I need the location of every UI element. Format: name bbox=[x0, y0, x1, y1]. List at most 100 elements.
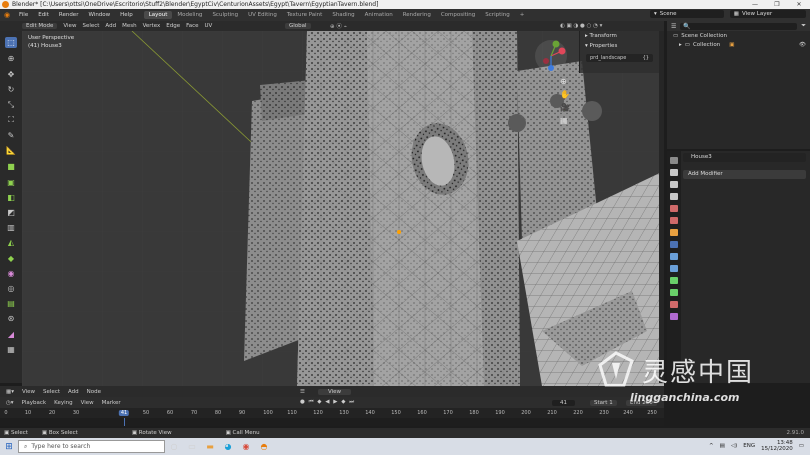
timeline-menu-view[interactable]: View bbox=[81, 400, 94, 406]
header-menu-select[interactable]: Select bbox=[43, 389, 60, 395]
frame-ruler[interactable]: 0 10 20 30 41 50 60 70 80 90 100 110 120… bbox=[0, 408, 664, 418]
outliner-search-input[interactable]: 🔍 bbox=[680, 22, 798, 30]
material-tab-icon[interactable] bbox=[670, 301, 678, 308]
keyboard-language[interactable]: ENG bbox=[743, 443, 755, 449]
filter-icon[interactable]: ⏷ bbox=[801, 22, 810, 30]
smooth-tool-icon[interactable]: ◎ bbox=[5, 283, 17, 294]
workspace-tab-texture-paint[interactable]: Texture Paint bbox=[282, 11, 328, 19]
poly-build-tool-icon[interactable]: ◆ bbox=[5, 253, 17, 264]
volume-icon[interactable]: ◁) bbox=[731, 443, 737, 449]
workspace-tab-animation[interactable]: Animation bbox=[360, 11, 398, 19]
annotate-tool-icon[interactable]: ✎ bbox=[5, 130, 17, 141]
add-workspace-button[interactable]: + bbox=[515, 11, 530, 19]
edge-slide-tool-icon[interactable]: ▤ bbox=[5, 298, 17, 309]
view-layer-selector[interactable]: ▦ View Layer bbox=[729, 10, 806, 18]
menu-help[interactable]: Help bbox=[115, 12, 138, 18]
workspace-tab-shading[interactable]: Shading bbox=[327, 11, 359, 19]
inset-tool-icon[interactable]: ◧ bbox=[5, 192, 17, 203]
modifier-tab-icon[interactable] bbox=[670, 241, 678, 248]
maximize-button[interactable]: ❐ bbox=[766, 0, 788, 9]
particles-tab-icon[interactable] bbox=[670, 253, 678, 260]
output-tab-icon[interactable] bbox=[670, 181, 678, 188]
viewport-menu-vertex[interactable]: Vertex bbox=[143, 23, 161, 29]
task-view-icon[interactable]: ▭ bbox=[183, 438, 201, 455]
transform-tool-icon[interactable]: ⛶ bbox=[5, 114, 17, 125]
timeline-menu-marker[interactable]: Marker bbox=[102, 400, 121, 406]
object-tab-icon[interactable] bbox=[670, 229, 678, 236]
record-icon[interactable]: ● bbox=[300, 399, 306, 405]
viewport-menu-edge[interactable]: Edge bbox=[166, 23, 180, 29]
timeline-menu-playback[interactable]: Playback bbox=[22, 400, 47, 406]
sidebar-tabs[interactable] bbox=[659, 31, 664, 383]
shrink-tool-icon[interactable]: ⊛ bbox=[5, 313, 17, 324]
snap-icon[interactable]: ⊕ ⦿ ⌁ bbox=[330, 22, 347, 30]
menu-edit[interactable]: Edit bbox=[33, 12, 54, 18]
current-frame-marker[interactable]: 41 bbox=[118, 410, 130, 416]
zoom-icon[interactable]: ⊕ bbox=[560, 75, 570, 88]
shear-tool-icon[interactable]: ◢ bbox=[5, 329, 17, 340]
pan-hand-icon[interactable]: ✋ bbox=[560, 88, 570, 101]
workspace-tab-layout[interactable]: Layout bbox=[143, 11, 173, 19]
jump-end-icon[interactable]: ⏭ bbox=[349, 399, 355, 405]
outliner-collection[interactable]: ▸ ▭ Collection ▣ 👁 bbox=[667, 40, 810, 49]
custom-property-row[interactable]: prd_landscape {} bbox=[586, 54, 653, 62]
move-tool-icon[interactable]: ✥ bbox=[5, 69, 17, 80]
prev-key-icon[interactable]: ◆ bbox=[317, 399, 322, 405]
system-clock[interactable]: 13:48 15/12/2020 bbox=[761, 440, 793, 452]
measure-tool-icon[interactable]: 📐 bbox=[5, 145, 17, 156]
viewport-menu-select[interactable]: Select bbox=[82, 23, 99, 29]
scale-tool-icon[interactable]: ⤡ bbox=[5, 99, 17, 110]
perspective-grid-icon[interactable]: ▦ bbox=[560, 114, 570, 127]
render-tab-icon[interactable] bbox=[670, 169, 678, 176]
view-layer-tab-icon[interactable] bbox=[670, 193, 678, 200]
windows-start-icon[interactable]: ⊞ bbox=[0, 438, 18, 455]
play-icon[interactable]: ▶ bbox=[333, 399, 338, 405]
tray-up-arrow-icon[interactable]: ^ bbox=[709, 443, 714, 449]
workspace-tab-rendering[interactable]: Rendering bbox=[398, 11, 436, 19]
loop-cut-tool-icon[interactable]: ▥ bbox=[5, 222, 17, 233]
cursor-tool-icon[interactable]: ⊕ bbox=[5, 53, 17, 64]
editor-type-icon[interactable]: ▦▾ bbox=[6, 389, 14, 395]
header-menu-view[interactable]: View bbox=[22, 389, 35, 395]
timeline-track[interactable] bbox=[0, 418, 664, 426]
chrome-icon[interactable]: ◉ bbox=[237, 438, 255, 455]
expand-arrow-icon[interactable]: ▸ bbox=[679, 42, 682, 48]
jump-start-icon[interactable]: ⏮ bbox=[309, 399, 315, 405]
outliner-scene-collection[interactable]: ▭ Scene Collection bbox=[667, 31, 810, 40]
data-tab-icon[interactable] bbox=[670, 289, 678, 296]
taskbar-search-input[interactable]: ⌕ Type here to search bbox=[18, 440, 165, 453]
visibility-eye-icon[interactable]: 👁 bbox=[799, 42, 806, 48]
constraints-tab-icon[interactable] bbox=[670, 277, 678, 284]
add-modifier-button[interactable]: Add Modifier bbox=[683, 170, 806, 179]
header-menu-node[interactable]: Node bbox=[87, 389, 101, 395]
viewport-menu-face[interactable]: Face bbox=[186, 23, 198, 29]
physics-tab-icon[interactable] bbox=[670, 265, 678, 272]
current-frame-field[interactable]: 41 bbox=[552, 399, 575, 406]
camera-icon[interactable]: 🎥 bbox=[560, 101, 570, 114]
workspace-tab-scripting[interactable]: Scripting bbox=[480, 11, 514, 19]
minimize-button[interactable]: — bbox=[744, 0, 766, 9]
viewport-menu-mesh[interactable]: Mesh bbox=[122, 23, 136, 29]
extrude-tool-icon[interactable]: ▣ bbox=[5, 177, 17, 188]
outliner-display-icon[interactable]: ☰ bbox=[671, 23, 676, 30]
menu-render[interactable]: Render bbox=[54, 12, 84, 18]
world-tab-icon[interactable] bbox=[670, 217, 678, 224]
viewport-menu-uv[interactable]: UV bbox=[205, 23, 213, 29]
file-explorer-icon[interactable]: ▬ bbox=[201, 438, 219, 455]
play-reverse-icon[interactable]: ◀ bbox=[325, 399, 330, 405]
mode-dropdown[interactable]: Edit Mode bbox=[22, 23, 58, 29]
tool-tab-icon[interactable] bbox=[670, 157, 678, 164]
scene-tab-icon[interactable] bbox=[670, 205, 678, 212]
spin-tool-icon[interactable]: ◉ bbox=[5, 268, 17, 279]
texture-tab-icon[interactable] bbox=[670, 313, 678, 320]
header-menu-add[interactable]: Add bbox=[68, 389, 79, 395]
next-key-icon[interactable]: ◆ bbox=[341, 399, 346, 405]
workspace-tab-modeling[interactable]: Modeling bbox=[172, 11, 207, 19]
viewport-menu-add[interactable]: Add bbox=[105, 23, 116, 29]
cortana-icon[interactable]: ○ bbox=[165, 438, 183, 455]
edge-browser-icon[interactable]: ◕ bbox=[219, 438, 237, 455]
header-view-dropdown[interactable]: View bbox=[318, 388, 352, 395]
workspace-tab-compositing[interactable]: Compositing bbox=[436, 11, 480, 19]
scene-selector[interactable]: ▾ Scene bbox=[650, 10, 724, 18]
3d-viewport[interactable]: User Perspective (41) House3 ⊕ ✋ 🎥 ▦ bbox=[22, 31, 664, 386]
